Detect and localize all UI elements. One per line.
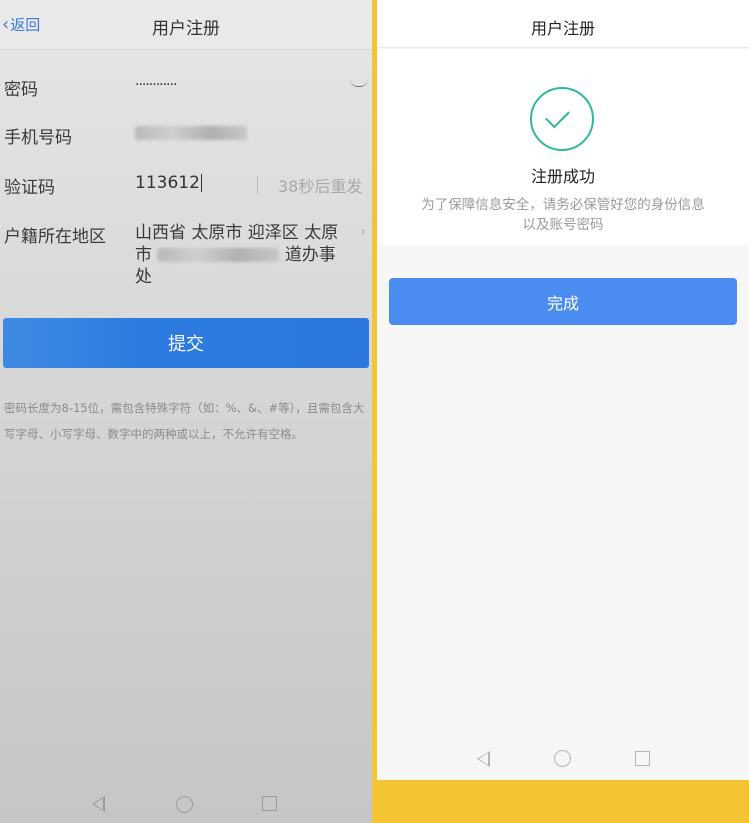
region-line-2-prefix: 市 (135, 245, 152, 265)
nav-back-icon[interactable] (477, 751, 490, 767)
success-title: 注册成功 (530, 167, 595, 186)
nav-home-icon[interactable] (554, 750, 571, 767)
page-title: 用户注册 (530, 19, 595, 38)
submit-button[interactable]: 提交 (3, 318, 369, 368)
password-label: 密码 (4, 80, 38, 100)
code-value: 113612 (135, 173, 200, 193)
text-caret (200, 174, 202, 192)
password-input[interactable]: ············ (135, 77, 177, 93)
eye-closed-icon[interactable] (350, 79, 368, 87)
region-value: 山西省 太原市 迎泽区 太原 市 道办事处 (135, 222, 350, 288)
page-title: 用户注册 (152, 19, 220, 39)
blurred-phone-number (135, 126, 247, 140)
blurred-region-text (157, 248, 280, 262)
success-description: 为了保障信息安全，请务必保管好您的身份信息以及账号密码 (421, 197, 705, 233)
done-button[interactable]: 完成 (389, 278, 737, 325)
divider (257, 176, 258, 194)
nav-home-icon[interactable] (176, 796, 193, 813)
chevron-right-icon: › (360, 224, 366, 240)
left-system-nav-bar (0, 788, 372, 823)
left-header: ‹ 返回 用户注册 (0, 0, 372, 50)
code-input[interactable]: 113612 (135, 173, 202, 193)
phone-label: 手机号码 (4, 128, 72, 148)
nav-recent-icon[interactable] (262, 796, 277, 811)
nav-recent-icon[interactable] (635, 751, 650, 766)
right-system-nav-bar (377, 738, 749, 780)
nav-back-icon[interactable] (92, 796, 105, 812)
region-label: 户籍所在地区 (4, 227, 106, 247)
resend-code-button[interactable]: 38秒后重发 (278, 173, 362, 197)
phone-input[interactable] (135, 123, 247, 143)
password-hint: 密码长度为8-15位，需包含特殊字符（如：%、&、#等），且需包含大写字母、小写… (4, 401, 365, 441)
right-header: 用户注册 (377, 0, 749, 48)
code-label: 验证码 (4, 178, 55, 198)
check-circle-icon (530, 87, 594, 151)
check-mark (545, 103, 570, 129)
region-line-2: 市 道办事处 (135, 244, 350, 288)
success-card: 注册成功 为了保障信息安全，请务必保管好您的身份信息以及账号密码 (377, 49, 749, 245)
region-line-1: 山西省 太原市 迎泽区 太原 (135, 223, 339, 243)
right-phone-screen: 用户注册 注册成功 为了保障信息安全，请务必保管好您的身份信息以及账号密码 完成 (377, 0, 749, 780)
left-phone-photo: ‹ 返回 用户注册 密码 ············ 手机号码 验证码 11361… (0, 0, 372, 823)
